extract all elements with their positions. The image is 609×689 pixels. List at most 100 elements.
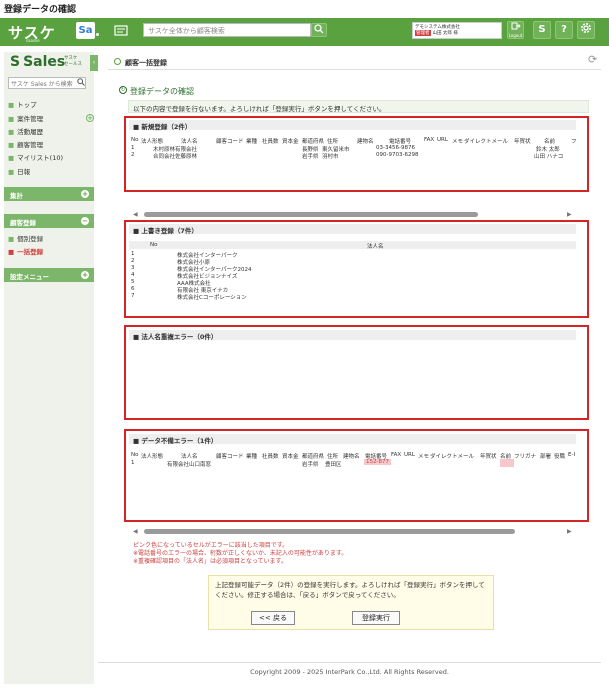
user-info-box[interactable]: デモシステム株式会社 管理者 山田 太郎 様 <box>412 22 502 39</box>
sidebar-item-daily-report[interactable]: ■ 日報 <box>8 166 30 176</box>
page-title: 登録データの確認 <box>130 87 194 96</box>
table-cell: 03-3456-9876 <box>376 145 415 151</box>
deals-add-icon[interactable]: + <box>86 114 94 122</box>
gear-icon[interactable] <box>577 21 595 39</box>
col-header: 資本金 <box>282 139 299 145</box>
table-cell: 羽村市 <box>322 154 339 160</box>
col-header: ダイレクトメール <box>464 139 509 145</box>
window-caption: 登録データの確認 <box>4 5 77 15</box>
table-cell: 岩手県 <box>302 462 319 468</box>
bullet-icon: ■ <box>8 168 15 176</box>
table-cell: 7 <box>131 293 135 299</box>
page-title-icon: ↻ <box>119 86 127 94</box>
col-header: 年賀状 <box>480 454 497 460</box>
bullet-icon: ■ <box>8 115 15 123</box>
section-label: 設定メニュー <box>10 273 49 281</box>
sidebar-item-label: マイリスト(10) <box>17 154 63 162</box>
user-name: 山田 太郎 様 <box>432 31 458 36</box>
col-header: 法人形態 <box>141 139 164 145</box>
sales-logo[interactable]: S Sales <box>10 54 65 70</box>
bullet-icon: ■ <box>8 235 15 243</box>
bullet-icon: ■ <box>8 154 15 162</box>
sidebar-search-input[interactable]: サスケ Sales から検索 <box>8 77 86 89</box>
sales-app-badge[interactable]: Sa <box>76 22 95 39</box>
col-header: 電話番号 <box>389 139 412 145</box>
sidebar-item-activity[interactable]: ■ 活動履歴 <box>8 126 43 136</box>
sidebar-item-label: トップ <box>17 101 37 109</box>
customer-list-icon[interactable] <box>113 25 129 38</box>
col-header: No <box>131 137 139 143</box>
footer-copyright: Copyright 2009 - 2025 InterPark Co.,Ltd.… <box>98 662 601 682</box>
badge-dot-icon <box>96 33 99 36</box>
table-cell: 090-9703-6298 <box>376 152 419 158</box>
table-cell: 3 <box>131 265 135 271</box>
sidebar-item-individual-registration[interactable]: ■ 個別登録 <box>8 233 43 243</box>
app-logo-subtitle: saaske <box>26 38 40 43</box>
col-header: 名前 <box>544 139 556 145</box>
section-title-text: データ不備エラー（1件） <box>141 437 218 445</box>
error-name-cell <box>500 459 514 467</box>
section-header-band <box>129 120 576 130</box>
table-cell: 豊田区 <box>325 462 342 468</box>
sidebar-collapse-icon[interactable]: ‹ <box>90 55 98 71</box>
help-button[interactable]: ? <box>555 21 573 39</box>
col-header: 建物名 <box>357 139 374 145</box>
bullet-icon: ■ <box>8 128 15 136</box>
refresh-icon[interactable]: ⟳ <box>588 53 597 66</box>
sidebar-search-icon[interactable] <box>77 78 85 88</box>
table-cell: 1 <box>131 145 135 151</box>
col-header: 部署 <box>540 454 552 460</box>
sasuke-s-icon[interactable]: S <box>533 21 551 39</box>
table-cell: 株式会社Cコーポレーション <box>177 295 247 301</box>
aggregate-expand-icon[interactable]: + <box>81 190 89 198</box>
sidebar-item-mylist[interactable]: ■ マイリスト(10) <box>8 152 63 162</box>
table-cell: 岩手県 <box>302 154 319 160</box>
col-header: FAX <box>424 137 435 143</box>
global-customer-search-input[interactable]: サスケ全体から顧客検索 <box>143 23 311 37</box>
content-header-icon <box>114 58 121 65</box>
scroll-right-arrow[interactable]: ▶ <box>567 211 572 218</box>
confirm-text: 上記登録可能データ（2件）の登録を実行します。よろしければ「登録実行」ボタンを押… <box>215 581 485 599</box>
table-cell: 5 <box>131 279 135 285</box>
logout-label: Logout <box>508 33 523 38</box>
col-header: 法人形態 <box>141 454 164 460</box>
col-header: 業種 <box>246 139 258 145</box>
sidebar-item-label: 一括登録 <box>17 248 44 256</box>
scroll-left-arrow[interactable]: ◀ <box>133 528 138 535</box>
table-header-row <box>129 241 576 249</box>
sales-sub-line2: セールス <box>64 62 82 67</box>
new-registration-scrollbar[interactable] <box>144 212 478 217</box>
col-header-name: 法人名 <box>367 244 384 250</box>
customer-registration-collapse-icon[interactable]: − <box>81 217 89 225</box>
col-header: 住所 <box>327 454 339 460</box>
col-header-no: No <box>150 242 158 248</box>
sidebar-item-label: 個別登録 <box>17 235 44 243</box>
scroll-right-arrow[interactable]: ▶ <box>567 528 572 535</box>
sidebar-item-customers[interactable]: ■ 顧客管理 <box>8 139 43 149</box>
col-header: FAX <box>391 452 402 458</box>
bullet-icon: ■ <box>8 248 15 256</box>
logout-button[interactable]: Logout <box>507 21 524 39</box>
table-cell: 合同会社佐藤原林 <box>153 154 198 160</box>
sidebar-item-bulk-registration[interactable]: ■ 一括登録 <box>8 246 43 256</box>
bullet-icon: ■ <box>8 141 15 149</box>
table-cell: 6 <box>131 286 135 292</box>
info-message: 以下の内容で登録を行ないます。よろしければ「登録実行」ボタンを押してください。 <box>128 100 589 113</box>
search-icon[interactable] <box>311 23 327 37</box>
col-header: 業種 <box>246 454 258 460</box>
col-header: 法人名 <box>181 454 198 460</box>
section-label: 顧客登録 <box>10 219 36 227</box>
section-title-text: 上書き登録（7件） <box>141 227 198 235</box>
execute-registration-button[interactable]: 登録実行 <box>352 611 400 625</box>
user-role-badge: 管理者 <box>415 30 431 36</box>
section-title-text: 法人名重複エラー（0件） <box>141 333 218 341</box>
sidebar-item-top[interactable]: ■ トップ <box>8 99 37 109</box>
col-header: メモ <box>452 139 464 145</box>
scroll-left-arrow[interactable]: ◀ <box>133 211 138 218</box>
back-button[interactable]: << 戻る <box>251 611 295 625</box>
sidebar-item-deals[interactable]: ■ 案件管理 <box>8 113 43 123</box>
col-header: URL <box>404 452 415 458</box>
overwrite-title: ■ 上書き登録（7件） <box>133 225 198 235</box>
data-error-scrollbar[interactable] <box>144 529 515 534</box>
settings-expand-icon[interactable]: + <box>81 271 89 279</box>
